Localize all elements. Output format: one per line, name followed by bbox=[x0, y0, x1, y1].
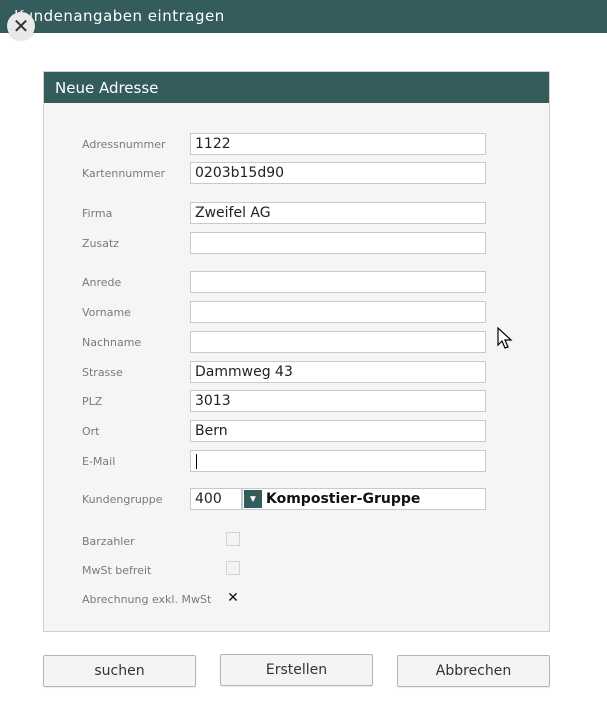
mwst-befreit-checkbox[interactable] bbox=[226, 561, 240, 575]
vorname-label: Vorname bbox=[82, 306, 131, 319]
kundengruppe-number-field[interactable]: 400 bbox=[190, 488, 242, 510]
nachname-field[interactable] bbox=[190, 331, 486, 353]
row-anrede: Anrede bbox=[44, 271, 549, 295]
row-adressnummer: Adressnummer 1122 bbox=[44, 133, 549, 157]
row-email: E-Mail bbox=[44, 450, 549, 474]
row-vorname: Vorname bbox=[44, 301, 549, 325]
mouse-pointer-icon bbox=[497, 327, 513, 349]
barzahler-label: Barzahler bbox=[82, 535, 135, 548]
strasse-field[interactable]: Dammweg 43 bbox=[190, 361, 486, 383]
row-barzahler: Barzahler bbox=[44, 530, 549, 554]
row-strasse: Strasse Dammweg 43 bbox=[44, 361, 549, 385]
row-nachname: Nachname bbox=[44, 331, 549, 355]
kartennummer-field[interactable]: 0203b15d90 bbox=[190, 162, 486, 184]
adressnummer-field[interactable]: 1122 bbox=[190, 133, 486, 155]
adressnummer-label: Adressnummer bbox=[82, 138, 166, 151]
row-plz: PLZ 3013 bbox=[44, 390, 549, 414]
kundengruppe-dropdown[interactable]: ▼ Kompostier-Gruppe bbox=[242, 488, 486, 510]
row-firma: Firma Zweifel AG bbox=[44, 202, 549, 226]
ort-label: Ort bbox=[82, 425, 100, 438]
row-abrechnung-exkl-mwst: Abrechnung exkl. MwSt ✕ bbox=[44, 588, 549, 612]
anrede-label: Anrede bbox=[82, 276, 122, 289]
kundengruppe-selected: Kompostier-Gruppe bbox=[266, 491, 421, 507]
panel-header: Neue Adresse bbox=[44, 72, 549, 103]
row-zusatz: Zusatz bbox=[44, 232, 549, 256]
kundengruppe-label: Kundengruppe bbox=[82, 493, 163, 506]
abrechnung-exkl-mwst-label: Abrechnung exkl. MwSt bbox=[82, 593, 212, 606]
ort-field[interactable]: Bern bbox=[190, 420, 486, 442]
nachname-label: Nachname bbox=[82, 336, 142, 349]
anrede-field[interactable] bbox=[190, 271, 486, 293]
abrechnung-exkl-mwst-checkbox[interactable]: ✕ bbox=[226, 590, 240, 604]
suchen-button[interactable]: suchen bbox=[43, 655, 196, 687]
plz-field[interactable]: 3013 bbox=[190, 390, 486, 412]
address-form-panel: Neue Adresse Adressnummer 1122 Kartennum… bbox=[43, 71, 550, 632]
barzahler-checkbox[interactable] bbox=[226, 532, 240, 546]
abbrechen-button[interactable]: Abbrechen bbox=[397, 655, 550, 687]
vorname-field[interactable] bbox=[190, 301, 486, 323]
plz-label: PLZ bbox=[82, 395, 103, 408]
email-label: E-Mail bbox=[82, 455, 116, 468]
kartennummer-label: Kartennummer bbox=[82, 167, 165, 180]
panel-title: Neue Adresse bbox=[55, 79, 159, 97]
row-mwst-befreit: MwSt befreit bbox=[44, 559, 549, 583]
strasse-label: Strasse bbox=[82, 366, 123, 379]
mwst-befreit-label: MwSt befreit bbox=[82, 564, 152, 577]
firma-field[interactable]: Zweifel AG bbox=[190, 202, 486, 224]
window-title: Kundenangaben eintragen bbox=[14, 7, 225, 25]
erstellen-button[interactable]: Erstellen bbox=[220, 654, 373, 686]
text-caret bbox=[196, 454, 197, 469]
row-kundengruppe: Kundengruppe 400 ▼ Kompostier-Gruppe bbox=[44, 488, 549, 512]
close-icon[interactable]: ✕ bbox=[7, 12, 35, 40]
window-titlebar: Kundenangaben eintragen bbox=[0, 0, 607, 33]
zusatz-label: Zusatz bbox=[82, 237, 120, 250]
firma-label: Firma bbox=[82, 207, 113, 220]
zusatz-field[interactable] bbox=[190, 232, 486, 254]
row-kartennummer: Kartennummer 0203b15d90 bbox=[44, 162, 549, 186]
email-field[interactable] bbox=[190, 450, 486, 472]
row-ort: Ort Bern bbox=[44, 420, 549, 444]
chevron-down-icon[interactable]: ▼ bbox=[244, 490, 262, 508]
